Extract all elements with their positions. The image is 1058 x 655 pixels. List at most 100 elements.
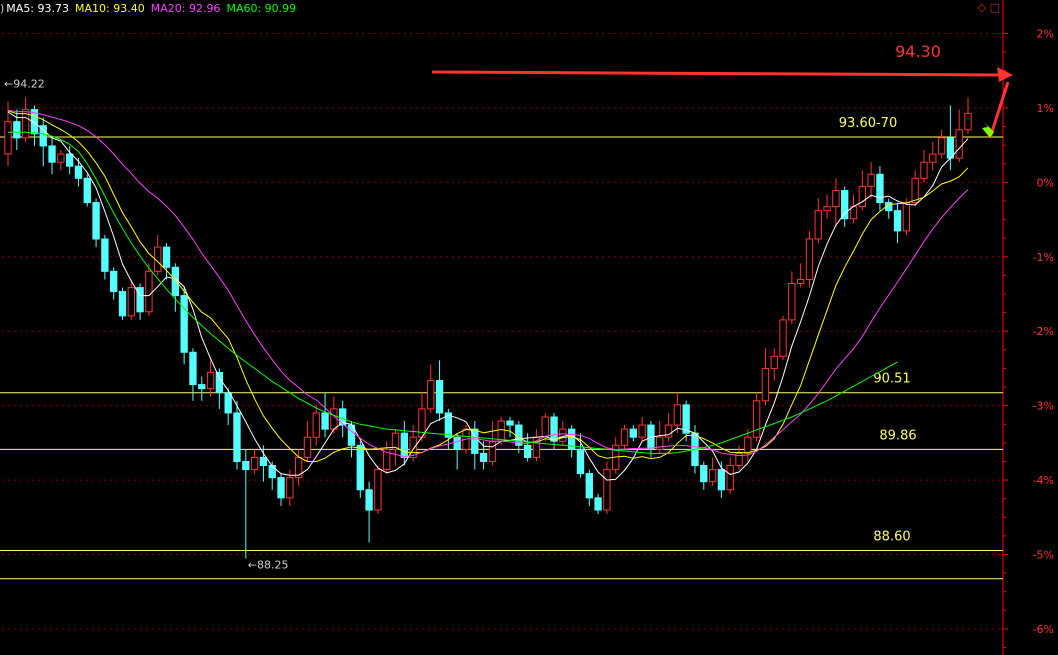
candle-down [215, 371, 224, 394]
candle-down [585, 473, 593, 499]
candle-up [744, 436, 752, 454]
candle-up [832, 189, 840, 208]
candle-down [841, 189, 849, 220]
candle-down [171, 266, 180, 297]
y-tick-label: -2% [1033, 325, 1054, 338]
y-tick-label: 1% [1037, 102, 1054, 115]
candle-down [259, 456, 268, 467]
candle-down [365, 489, 373, 511]
candle-down [629, 428, 637, 438]
candle-down [39, 125, 47, 147]
candle-down [162, 246, 171, 268]
candle-up [374, 469, 382, 511]
candle-up [920, 161, 928, 179]
candle-down [682, 404, 690, 434]
y-tick-label: -3% [1033, 400, 1054, 413]
candle-down [453, 436, 461, 450]
candle-up [779, 319, 787, 357]
candle-up [929, 153, 937, 163]
candle-up [427, 380, 435, 410]
candle-down [356, 444, 364, 491]
candle-up [127, 287, 135, 317]
candle-up [814, 210, 822, 240]
candle-up [673, 404, 682, 426]
candle-down [74, 165, 83, 179]
candle-up [858, 185, 866, 208]
candle-up [250, 456, 259, 471]
candle-up [303, 436, 312, 458]
candle-down [268, 465, 276, 479]
candle-down [110, 270, 118, 293]
y-tick-label: 0% [1037, 176, 1054, 189]
candle-down [48, 145, 56, 163]
target-arrowhead [997, 67, 1013, 82]
candle-up [796, 278, 805, 284]
candle-down [224, 392, 232, 414]
candle-up [312, 412, 320, 438]
y-tick-label: -4% [1033, 474, 1054, 487]
candle-down [65, 153, 74, 167]
candle-down [277, 477, 285, 499]
candle-up [770, 355, 778, 369]
candle-down [83, 177, 91, 204]
candle-down [717, 469, 726, 491]
candle-down [479, 452, 488, 462]
candle-down [576, 448, 585, 475]
candle-up [761, 367, 770, 402]
target-arrow-line [431, 70, 1002, 77]
candle-down [876, 173, 884, 204]
candle-down [233, 412, 241, 462]
candle-up [286, 477, 294, 499]
candle-up [603, 469, 611, 511]
candle-up [708, 469, 717, 483]
candle-up [911, 177, 919, 204]
candle-up [4, 121, 12, 155]
candle-up [638, 424, 646, 438]
candle-up [206, 371, 215, 390]
target-price-label: 94.30 [895, 42, 941, 61]
candle-down [400, 432, 409, 458]
low-price-label: ←88.25 [248, 559, 289, 572]
target-arrow-rise [988, 81, 1010, 139]
candle-up [497, 420, 505, 442]
candle-up [488, 440, 497, 462]
candle-down [506, 420, 514, 426]
candle-down [550, 416, 558, 442]
candle-up [937, 137, 946, 155]
candle-up [805, 238, 814, 280]
level-label: 90.51 [873, 372, 910, 387]
candle-down [92, 202, 100, 240]
candle-down [700, 465, 708, 483]
y-tick-label: -5% [1033, 549, 1054, 562]
candle-down [101, 238, 109, 272]
candle-up [57, 153, 65, 163]
candle-up [955, 129, 963, 159]
candle-up [726, 465, 734, 491]
candle-down [435, 380, 444, 414]
candle-down [321, 412, 329, 430]
candle-down [198, 384, 206, 390]
candle-up [788, 282, 796, 321]
y-tick-label: -6% [1033, 623, 1054, 636]
level-label: 88.60 [873, 529, 910, 544]
y-tick-label: -1% [1033, 251, 1054, 264]
candle-down [594, 497, 602, 511]
candle-up [902, 202, 911, 232]
level-label: 93.60-70 [839, 116, 897, 131]
candle-up [620, 428, 629, 446]
candle-up [145, 270, 153, 313]
candle-down [893, 210, 902, 232]
y-tick-label: 2% [1037, 27, 1054, 40]
candle-up [823, 206, 831, 212]
candle-down [118, 291, 127, 317]
candle-up [330, 408, 338, 430]
candle-down [189, 351, 197, 386]
candle-up [964, 113, 972, 131]
high-price-label: ←94.22 [4, 77, 45, 90]
candle-up [559, 428, 567, 442]
candle-down [523, 444, 532, 458]
candle-down [180, 295, 188, 353]
candle-down [242, 460, 250, 471]
candle-up [867, 173, 875, 187]
candle-up [541, 416, 549, 438]
